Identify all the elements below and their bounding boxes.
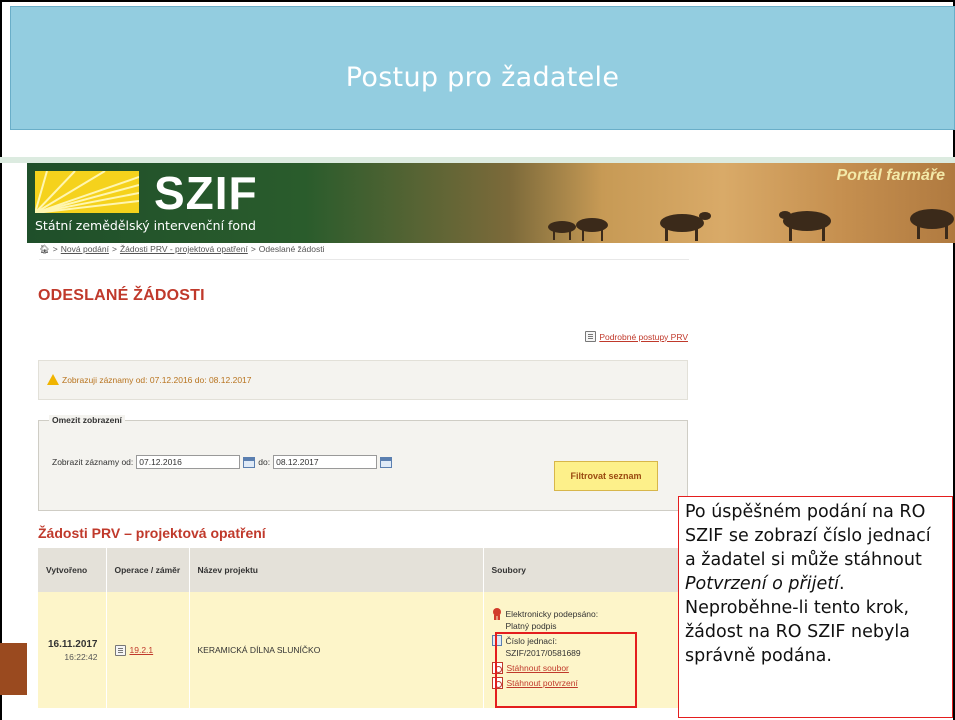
table-header-row: Vytvořeno Operace / záměr Název projektu… (38, 548, 688, 592)
signature-status: Elektronicky podepsáno: Platný podpis (492, 608, 680, 632)
callout-text-3: Neproběhne-li tento krok, žádost na RO S… (685, 598, 910, 666)
created-time: 16:22:42 (64, 651, 98, 662)
document-icon (585, 331, 597, 342)
breadcrumb-divider (39, 259, 689, 260)
banner-subtitle: Státní zemědělský intervenční fond (35, 218, 256, 233)
filter-row: Zobrazit záznamy od: do: (52, 455, 393, 469)
help-link-label: Podrobné postupy PRV (599, 331, 688, 342)
cell-project-name: KERAMICKÁ DÍLNA SLUNÍČKO (189, 592, 484, 708)
help-link[interactable]: Podrobné postupy PRV (585, 331, 688, 342)
operation-code: 19.2.1 (129, 645, 154, 655)
date-from-input[interactable] (136, 455, 241, 469)
cows-illustration-icon (548, 209, 954, 241)
column-header-operation[interactable]: Operace / záměr (106, 548, 190, 592)
info-message-text: Zobrazuji záznamy od: 07.12.2016 do: 08.… (62, 374, 252, 385)
from-label: Zobrazit záznamy od: (52, 457, 134, 467)
section-title: Žádosti PRV – projektová opatření (38, 525, 266, 541)
fields-logo-icon (35, 171, 139, 213)
breadcrumb-link-zadosti-prv[interactable]: Žádosti PRV - projektová opatření (120, 244, 248, 254)
callout-text-2: . (838, 574, 845, 594)
slide-title: Postup pro žadatele (345, 62, 620, 93)
breadcrumb-separator: > (111, 244, 117, 254)
info-box: Zobrazuji záznamy od: 07.12.2016 do: 08.… (38, 360, 688, 400)
szif-logo: SZIF (154, 167, 258, 219)
column-header-name[interactable]: Název projektu (189, 548, 484, 592)
cell-operation: 19.2.1 (106, 592, 190, 708)
breadcrumb-link-nova-podani[interactable]: Nová podání (61, 244, 109, 254)
column-header-files[interactable]: Soubory (483, 548, 688, 592)
breadcrumb-current: Odeslané žádosti (258, 244, 325, 254)
cell-created: 16.11.2017 16:22:42 (38, 592, 107, 708)
szif-banner: SZIF Státní zemědělský intervenční fond … (27, 163, 955, 243)
calendar-icon[interactable] (243, 456, 256, 468)
filter-legend: Omezit zobrazení (49, 415, 125, 425)
date-to-input[interactable] (273, 455, 378, 469)
to-label: do: (258, 457, 271, 467)
home-icon[interactable]: 🏠︎ (39, 244, 50, 255)
filter-panel: Omezit zobrazení Zobrazit záznamy od: do… (38, 415, 688, 511)
document-icon (114, 644, 126, 656)
signed-value: Platný podpis (505, 621, 557, 631)
operation-link[interactable]: 19.2.1 (114, 644, 181, 656)
page-title: ODESLANÉ ŽÁDOSTI (38, 287, 205, 304)
filter-button[interactable]: Filtrovat seznam (554, 461, 658, 491)
column-header-created[interactable]: Vytvořeno (38, 548, 107, 592)
breadcrumb-separator: > (52, 244, 58, 254)
explanation-callout: Po úspěšném podání na RO SZIF se zobrazí… (678, 496, 953, 718)
created-date: 16.11.2017 (48, 638, 98, 650)
slide-title-band: Postup pro žadatele (10, 6, 955, 130)
breadcrumb: 🏠︎ > Nová podání > Žádosti PRV - projekt… (39, 242, 324, 256)
seal-icon (492, 608, 502, 620)
calendar-icon[interactable] (380, 456, 393, 468)
highlight-frame (495, 632, 637, 708)
signed-label: Elektronicky podepsáno: (505, 609, 599, 619)
warning-icon (47, 374, 59, 385)
breadcrumb-separator: > (250, 244, 256, 254)
slide-accent-tab (0, 643, 27, 695)
callout-text-1: Po úspěšném podání na RO SZIF se zobrazí… (685, 502, 931, 570)
info-message: Zobrazuji záznamy od: 07.12.2016 do: 08.… (47, 374, 252, 385)
callout-text-emphasis: Potvrzení o přijetí (685, 574, 839, 594)
